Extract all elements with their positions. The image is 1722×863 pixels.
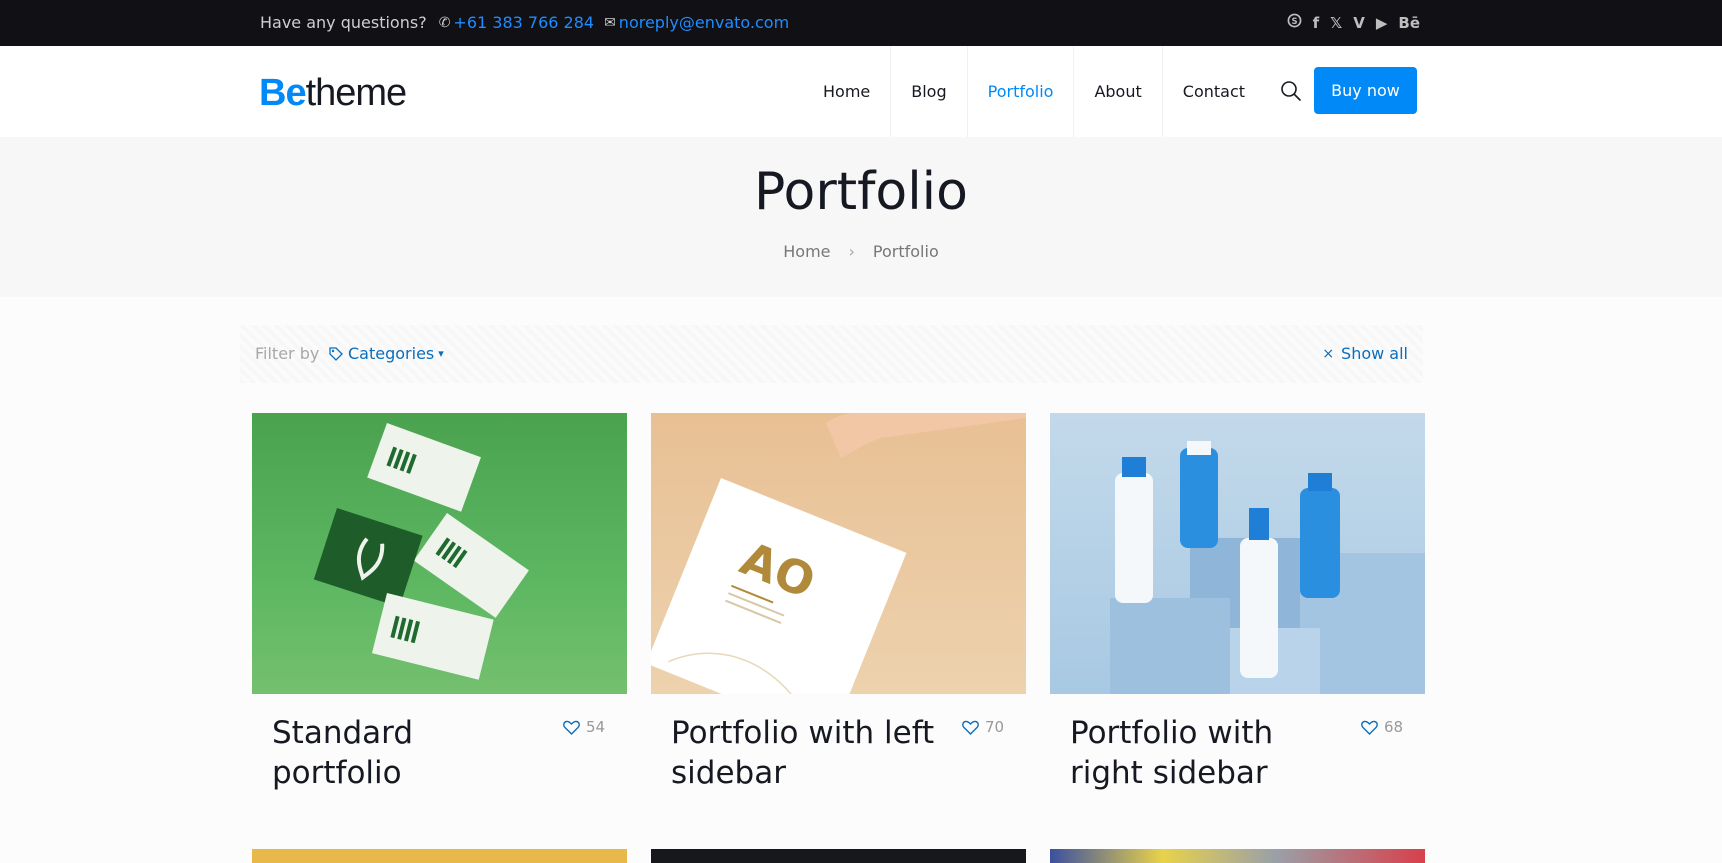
youtube-icon[interactable]: ▶	[1376, 13, 1388, 33]
contact-info: Have any questions? ✆ +61 383 766 284 ✉ …	[260, 13, 789, 32]
nav-blog[interactable]: Blog	[891, 46, 968, 137]
skype-icon[interactable]: S	[1287, 13, 1302, 33]
filter-label: Filter by	[255, 344, 320, 363]
logo-theme: theme	[305, 72, 408, 114]
main-nav: Home Blog Portfolio About Contact	[803, 46, 1265, 137]
show-all-label: Show all	[1341, 344, 1408, 363]
nav-portfolio[interactable]: Portfolio	[968, 46, 1075, 137]
mail-icon: ✉	[604, 14, 616, 31]
heart-icon	[1361, 720, 1378, 735]
chevron-right-icon: ›	[848, 242, 855, 261]
phone-number[interactable]: +61 383 766 284	[453, 13, 594, 32]
question-text: Have any questions?	[260, 13, 427, 32]
filter-bar: Filter by Categories ▾ × Show all	[240, 325, 1423, 383]
show-all-link[interactable]: × Show all	[1322, 344, 1408, 363]
behance-icon[interactable]: Bē	[1398, 13, 1420, 33]
top-bar: Have any questions? ✆ +61 383 766 284 ✉ …	[0, 0, 1722, 46]
search-icon[interactable]	[1280, 80, 1302, 102]
page-title: Portfolio	[754, 162, 968, 222]
phone-link[interactable]: ✆ +61 383 766 284	[439, 13, 594, 32]
heart-icon	[962, 720, 979, 735]
portfolio-image[interactable]	[1050, 413, 1425, 694]
tag-icon	[329, 346, 343, 361]
portfolio-title[interactable]: Portfolio with left sidebar	[671, 713, 941, 793]
email-address[interactable]: noreply@envato.com	[619, 13, 789, 32]
like-count: 68	[1384, 718, 1404, 736]
categories-dropdown[interactable]: Categories ▾	[328, 344, 444, 363]
x-twitter-icon[interactable]: 𝕏	[1330, 13, 1342, 33]
portfolio-image[interactable]: AO	[651, 413, 1026, 694]
caret-down-icon: ▾	[438, 347, 444, 360]
logo[interactable]: Betheme	[259, 70, 408, 115]
svg-text:S: S	[1291, 16, 1297, 26]
portfolio-title[interactable]: Standard portfolio	[272, 713, 542, 793]
heart-icon	[563, 720, 580, 735]
portfolio-image[interactable]	[252, 413, 627, 694]
portfolio-item[interactable]: Portfolio with right sidebar 68	[1050, 413, 1425, 791]
social-links: S f 𝕏 V ▶ Bē	[1287, 13, 1420, 33]
main-header: Betheme Home Blog Portfolio About Contac…	[0, 46, 1722, 137]
logo-be: Be	[259, 72, 307, 114]
like-counter[interactable]: 54	[563, 718, 605, 736]
like-count: 54	[586, 718, 606, 736]
portfolio-item[interactable]: Standard portfolio 54	[252, 413, 627, 791]
vimeo-icon[interactable]: V	[1353, 13, 1365, 33]
breadcrumb-current: Portfolio	[872, 242, 939, 261]
like-counter[interactable]: 70	[962, 718, 1004, 736]
breadcrumb: Home › Portfolio	[0, 242, 1722, 261]
facebook-icon[interactable]: f	[1313, 13, 1320, 33]
portfolio-item-peek[interactable]	[651, 849, 1026, 863]
buy-now-button[interactable]: Buy now	[1314, 67, 1417, 114]
portfolio-item-peek[interactable]	[1050, 849, 1425, 863]
nav-about[interactable]: About	[1074, 46, 1163, 137]
portfolio-item[interactable]: AO Portfolio with left sidebar 70	[651, 413, 1026, 791]
portfolio-item-peek[interactable]	[252, 849, 627, 863]
nav-home[interactable]: Home	[803, 46, 892, 137]
like-counter[interactable]: 68	[1361, 718, 1403, 736]
email-link[interactable]: ✉ noreply@envato.com	[604, 13, 789, 32]
close-icon: ×	[1322, 345, 1335, 362]
like-count: 70	[985, 718, 1005, 736]
phone-icon: ✆	[438, 14, 451, 31]
nav-contact[interactable]: Contact	[1163, 46, 1265, 137]
portfolio-title[interactable]: Portfolio with right sidebar	[1070, 713, 1340, 793]
categories-label: Categories	[348, 344, 435, 363]
breadcrumb-home[interactable]: Home	[783, 242, 830, 261]
page-subheader: Portfolio Home › Portfolio	[0, 137, 1722, 297]
